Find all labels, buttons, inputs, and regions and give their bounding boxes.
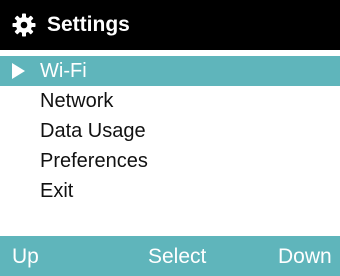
softkey-bar: Up Select Down xyxy=(0,236,340,276)
select-softkey[interactable]: Select xyxy=(148,244,206,270)
selection-pointer-icon xyxy=(12,63,25,79)
menu-item-network[interactable]: Network xyxy=(0,86,340,116)
page-title: Settings xyxy=(47,13,130,36)
menu-item-label: Data Usage xyxy=(40,120,146,142)
menu-item-label: Exit xyxy=(40,180,74,202)
menu-item-label: Preferences xyxy=(40,150,148,172)
menu-item-label: Wi-Fi xyxy=(40,60,87,82)
menu-item-data-usage[interactable]: Data Usage xyxy=(0,116,340,146)
title-bar: Settings xyxy=(0,0,340,50)
gear-icon xyxy=(12,13,36,37)
settings-menu: Wi-Fi Network Data Usage Preferences Exi… xyxy=(0,56,340,206)
down-softkey[interactable]: Down xyxy=(278,244,332,270)
menu-item-wifi[interactable]: Wi-Fi xyxy=(0,56,340,86)
menu-item-label: Network xyxy=(40,90,114,112)
menu-item-exit[interactable]: Exit xyxy=(0,176,340,206)
up-softkey[interactable]: Up xyxy=(12,244,39,270)
menu-item-preferences[interactable]: Preferences xyxy=(0,146,340,176)
